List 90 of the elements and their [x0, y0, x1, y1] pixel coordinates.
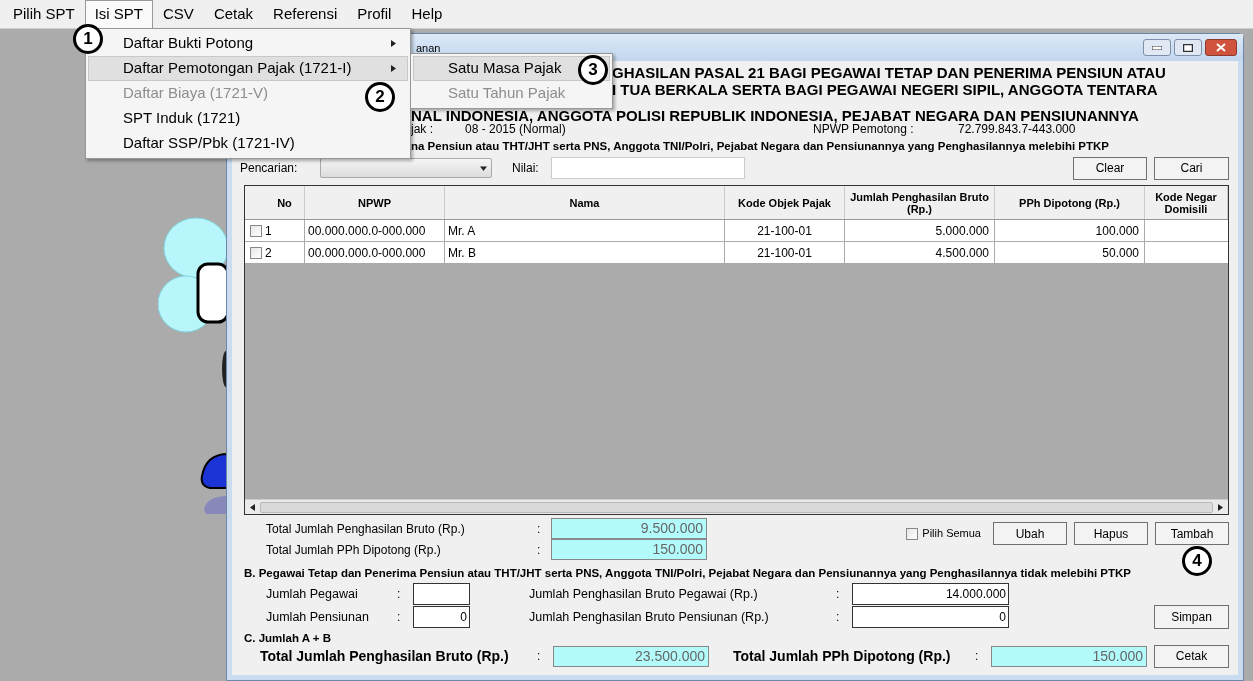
- action-button[interactable]: Tambah: [1155, 522, 1229, 545]
- row-checkbox[interactable]: [250, 246, 262, 259]
- select-all-checkbox[interactable]: [906, 527, 919, 540]
- menu-item[interactable]: Daftar SSP/Pbk (1721-IV): [123, 132, 295, 155]
- colon-text: :: [836, 609, 841, 626]
- horizontal-scrollbar[interactable]: [245, 499, 1228, 514]
- section-title: B. Pegawai Tetap dan Penerima Pensiun atau THT/JHT serta PNS, Anggota TNI/Polri, Pejabat Negara dan Pensiunannya yang Penghasilannya tidak melebihi PTKP: [244, 566, 1132, 581]
- maximize-icon: [1183, 43, 1193, 52]
- menu-item[interactable]: Daftar Pemotongan Pajak (1721-I): [88, 56, 408, 81]
- save-button[interactable]: Simpan: [1154, 605, 1229, 629]
- field-label: Total Jumlah Penghasilan Bruto (Rp.): [260, 646, 510, 666]
- field-value: 08 - 2015 (Normal): [465, 122, 567, 138]
- action-button[interactable]: Ubah: [993, 522, 1067, 545]
- minimize-icon: [1152, 45, 1162, 50]
- row-checkbox[interactable]: [250, 224, 262, 237]
- table-cell-text: 21-100-01: [757, 222, 812, 240]
- table-cell-text: 2: [265, 244, 272, 262]
- colon-text: :: [836, 586, 841, 603]
- total-field: 150.000: [551, 539, 707, 560]
- menu-item[interactable]: CSV: [153, 0, 204, 29]
- print-button[interactable]: Cetak: [1154, 644, 1229, 668]
- colon-text: :: [537, 541, 542, 559]
- heading-text: I TUA BERKALA SERTA BAGI PEGAWAI NEGERI SIPIL, ANGGOTA TENTARA: [612, 81, 1158, 98]
- field-label: Pencarian:: [240, 160, 299, 177]
- menu-item[interactable]: Cetak: [203, 0, 264, 29]
- total-field: 9.500.000: [551, 518, 707, 539]
- table-cell-text: Mr. A: [448, 222, 476, 240]
- table-cell-text: 50.000: [1102, 244, 1139, 262]
- table-cell-text: 00.000.000.0-000.000: [308, 222, 426, 240]
- field-value: 72.799.843.7-443.000: [958, 121, 1076, 138]
- column-header[interactable]: Kode Negar Domisili: [1145, 190, 1227, 215]
- field-label: Jumlah Penghasilan Bruto Pegawai (Rp.): [529, 585, 759, 603]
- search-button[interactable]: Cari: [1154, 156, 1229, 180]
- input-field[interactable]: [413, 583, 470, 605]
- field-label: NPWP Pemotong :: [813, 122, 915, 138]
- heading-text: GHASILAN PASAL 21 BAGI PEGAWAI TETAP DAN PENERIMA PENSIUN ATAU: [612, 64, 1166, 81]
- scroll-right-icon: [1217, 503, 1224, 511]
- column-header[interactable]: Kode Objek Pajak: [738, 196, 831, 209]
- close-icon: [1216, 43, 1226, 52]
- column-header[interactable]: NPWP: [358, 196, 391, 209]
- colon-text: :: [537, 520, 542, 538]
- table-cell-text: 4.500.000: [935, 244, 989, 262]
- input-field[interactable]: 0: [413, 606, 470, 628]
- clear-button[interactable]: Clear: [1073, 156, 1147, 180]
- menu-item[interactable]: Help: [401, 0, 453, 29]
- menu-item[interactable]: SPT Induk (1721): [123, 107, 241, 130]
- action-button[interactable]: Hapus: [1074, 522, 1148, 545]
- submenu-arrow-icon: [390, 65, 397, 72]
- scroll-left-icon: [249, 503, 256, 511]
- column-header[interactable]: Jumlah Penghasilan Bruto (Rp.): [845, 190, 994, 215]
- table-cell-text: 1: [265, 222, 272, 240]
- table-cell-text: 21-100-01: [757, 244, 812, 262]
- table-cell-text: Mr. B: [448, 244, 476, 262]
- window-title: anan: [416, 40, 441, 56]
- column-header[interactable]: Nama: [569, 196, 600, 209]
- column-header[interactable]: PPh Dipotong (Rp.): [1019, 196, 1120, 209]
- menu-item[interactable]: Profil: [347, 0, 402, 29]
- menu-item[interactable]: Isi SPT: [84, 0, 154, 29]
- field-label: Jumlah Pensiunan: [266, 608, 370, 626]
- section-title: na Pensiun atau THT/JHT serta PNS, Anggota TNI/Polri, Pejabat Negara dan Pensiunannya yang Penghasilannya melebihi PTKP: [411, 139, 1110, 154]
- submenu-arrow-icon: [390, 40, 397, 47]
- field-label: Nilai:: [512, 160, 540, 177]
- input-field[interactable]: 14.000.000: [852, 583, 1009, 605]
- checkbox-label: Pilih Semua: [922, 526, 981, 542]
- table-cell-text: 100.000: [1095, 222, 1139, 240]
- input-field[interactable]: 0: [852, 606, 1009, 628]
- total-field: 150.000: [991, 645, 1147, 667]
- colon-text: :: [397, 586, 402, 603]
- column-header[interactable]: No: [277, 196, 292, 209]
- total-field: 23.500.000: [553, 645, 709, 667]
- field-label: Jumlah Penghasilan Bruto Pensiunan (Rp.): [529, 608, 770, 626]
- menu-item[interactable]: Daftar Bukti Potong: [123, 32, 397, 55]
- table-cell-text: 00.000.000.0-000.000: [308, 244, 426, 262]
- field-label: jak :: [411, 121, 434, 138]
- search-dropdown[interactable]: [320, 158, 492, 178]
- value-field[interactable]: [551, 157, 745, 179]
- field-label: Total Jumlah Penghasilan Bruto (Rp.): [266, 520, 466, 538]
- table-cell-text: 5.000.000: [935, 222, 989, 240]
- colon-text: :: [537, 648, 542, 665]
- colon-text: :: [397, 609, 402, 626]
- menu-item[interactable]: Referensi: [263, 0, 348, 29]
- maximize-button[interactable]: [1174, 39, 1202, 56]
- close-button[interactable]: [1205, 39, 1237, 56]
- heading-text: NAL INDONESIA, ANGGOTA POLISI REPUBLIK INDONESIA, PEJABAT NEGARA DAN PENSIUNANNYA: [411, 107, 1139, 124]
- dropdown-arrow-icon: [480, 164, 487, 172]
- field-label: Total Jumlah PPh Dipotong (Rp.): [733, 646, 952, 666]
- field-label: Jumlah Pegawai: [266, 585, 359, 603]
- field-label: Total Jumlah PPh Dipotong (Rp.): [266, 541, 442, 559]
- section-title: C. Jumlah A + B: [244, 631, 332, 644]
- colon-text: :: [975, 648, 980, 665]
